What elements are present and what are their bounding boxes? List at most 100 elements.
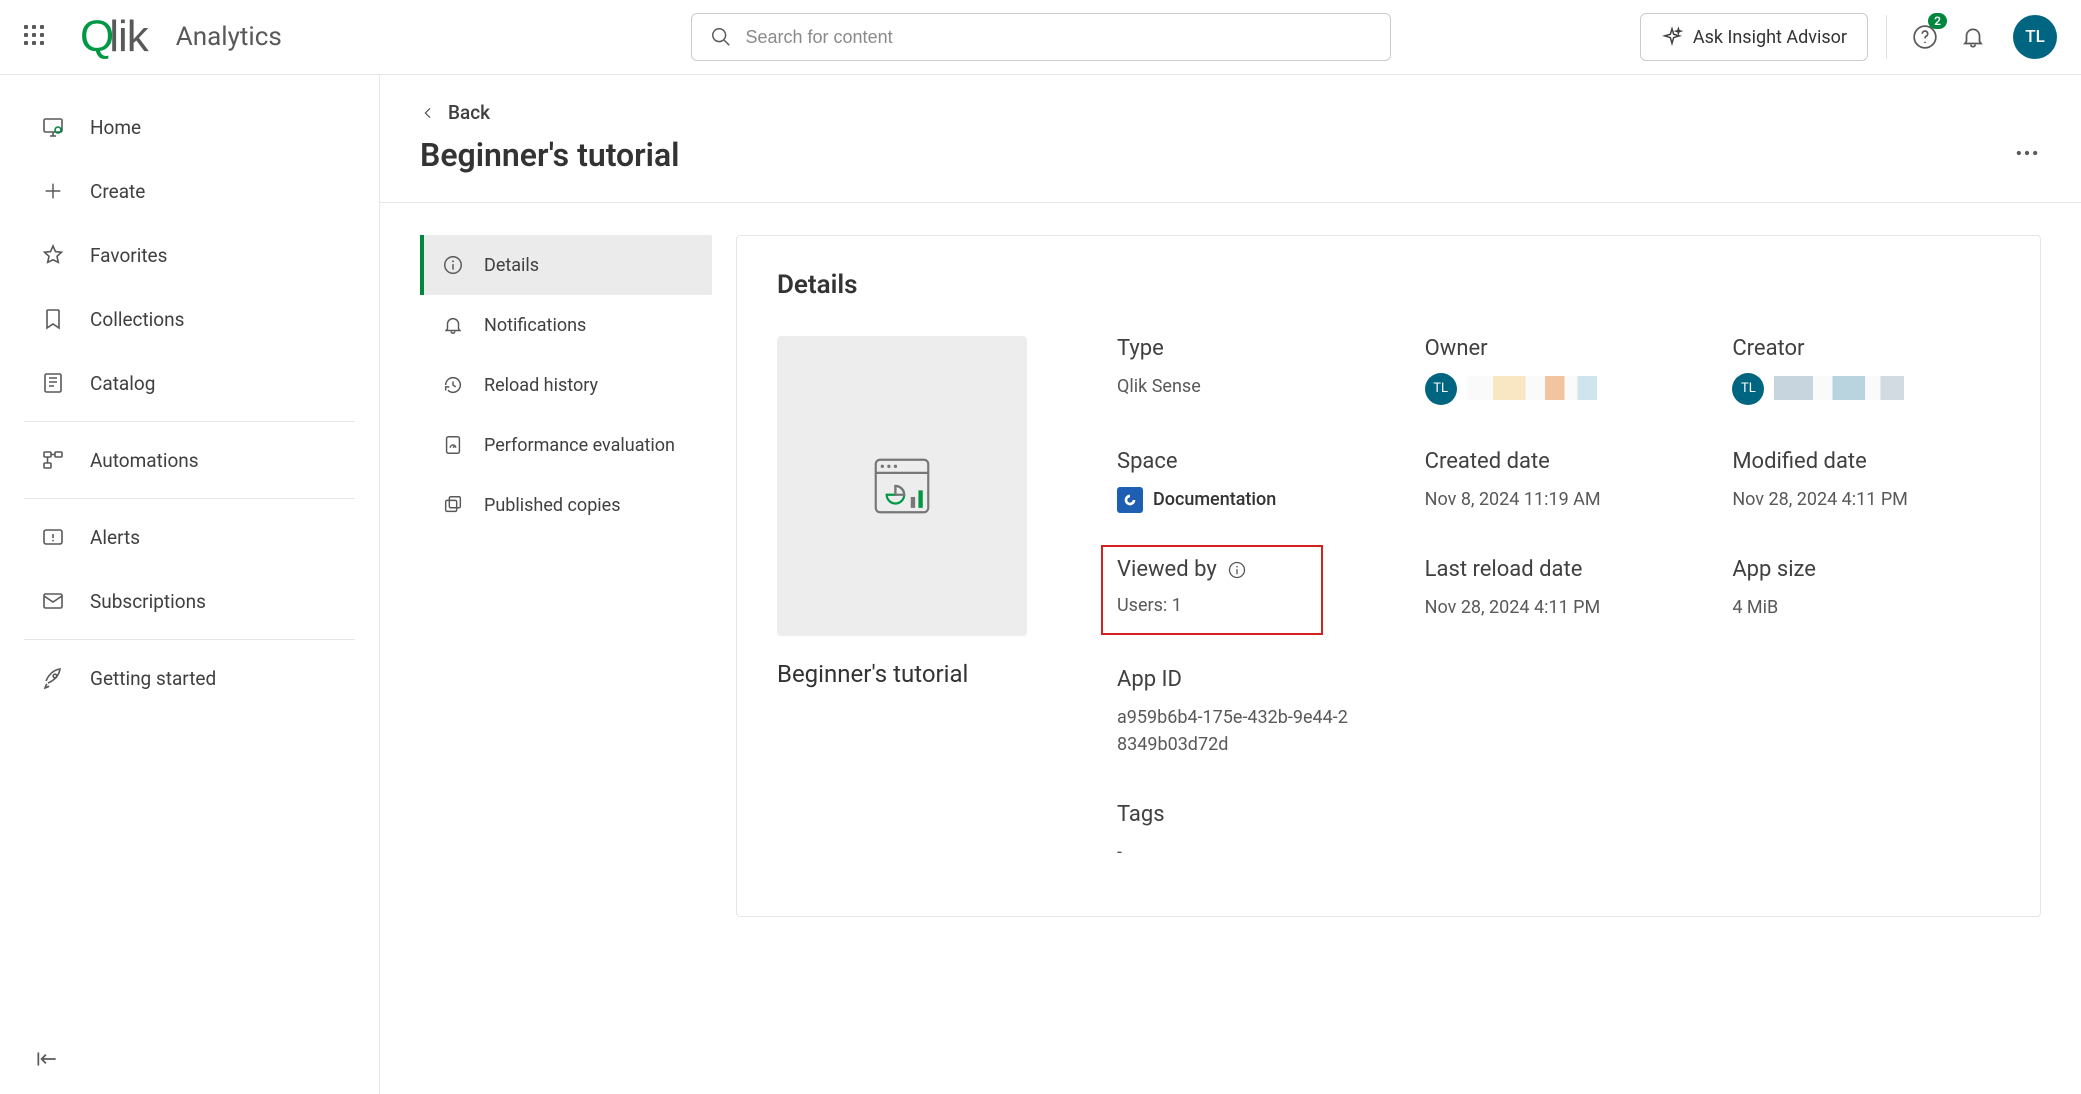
body: Home Create Favorites Collections Catalo… xyxy=(0,75,2081,1094)
catalog-icon xyxy=(40,371,66,395)
tab-performance-evaluation[interactable]: Performance evaluation xyxy=(420,415,712,475)
ask-insight-advisor-label: Ask Insight Advisor xyxy=(1693,27,1847,48)
field-label: Viewed by xyxy=(1117,557,1307,582)
field-app-id: App ID a959b6b4-175e-432b-9e44-28349b03d… xyxy=(1117,667,1385,758)
tab-label: Performance evaluation xyxy=(484,435,675,456)
owner-avatar: TL xyxy=(1425,373,1457,405)
creator-avatar: TL xyxy=(1732,373,1764,405)
field-label: Space xyxy=(1117,449,1385,474)
field-space: Space Documentation xyxy=(1117,449,1385,513)
panel-heading: Details xyxy=(777,270,2000,300)
tab-label: Notifications xyxy=(484,315,586,336)
collapse-icon xyxy=(34,1046,60,1072)
info-icon[interactable] xyxy=(1227,560,1247,580)
search-icon xyxy=(710,26,732,48)
chevron-left-icon xyxy=(420,105,436,121)
tab-label: Published copies xyxy=(484,495,621,516)
sidebar-item-label: Subscriptions xyxy=(90,590,206,613)
user-avatar[interactable]: TL xyxy=(2013,15,2057,59)
field-type: Type Qlik Sense xyxy=(1117,336,1385,400)
sidebar-item-automations[interactable]: Automations xyxy=(0,428,379,492)
field-label: Type xyxy=(1117,336,1385,361)
field-value: a959b6b4-175e-432b-9e44-28349b03d72d xyxy=(1117,704,1357,758)
back-label: Back xyxy=(448,101,490,124)
divider xyxy=(1886,15,1887,59)
owner-name-redacted xyxy=(1467,376,1597,400)
field-value: Users: 1 xyxy=(1117,592,1307,619)
field-label: Last reload date xyxy=(1425,557,1693,582)
sidebar-item-alerts[interactable]: Alerts xyxy=(0,505,379,569)
tab-notifications[interactable]: Notifications xyxy=(420,295,712,355)
field-value: - xyxy=(1117,839,1385,866)
field-last-reload-date: Last reload date Nov 28, 2024 4:11 PM xyxy=(1425,557,1693,621)
sidebar-item-catalog[interactable]: Catalog xyxy=(0,351,379,415)
alert-icon xyxy=(40,525,66,549)
app-thumbnail-icon xyxy=(867,451,937,521)
field-label: App size xyxy=(1732,557,2000,582)
bell-icon xyxy=(442,314,464,336)
star-icon xyxy=(40,243,66,267)
sidebar-item-collections[interactable]: Collections xyxy=(0,287,379,351)
field-label: App ID xyxy=(1117,667,1385,692)
sidebar-item-label: Collections xyxy=(90,308,184,331)
ask-insight-advisor-button[interactable]: Ask Insight Advisor xyxy=(1640,13,1868,61)
notifications-button[interactable] xyxy=(1953,17,1993,57)
sidebar-item-favorites[interactable]: Favorites xyxy=(0,223,379,287)
field-label: Creator xyxy=(1732,336,2000,361)
field-value: 4 MiB xyxy=(1732,594,2000,621)
field-viewed-by: Viewed by Users: 1 xyxy=(1117,557,1385,623)
info-icon xyxy=(442,254,464,276)
thumb-title: Beginner's tutorial xyxy=(777,660,1077,688)
field-label: Owner xyxy=(1425,336,1693,361)
sidebar-item-label: Create xyxy=(90,180,145,203)
field-app-size: App size 4 MiB xyxy=(1732,557,2000,621)
history-icon xyxy=(442,374,464,396)
sidebar-item-label: Alerts xyxy=(90,526,140,549)
field-value[interactable]: Documentation xyxy=(1117,486,1276,513)
space-icon xyxy=(1117,487,1143,513)
sidebar-item-subscriptions[interactable]: Subscriptions xyxy=(0,569,379,633)
field-owner: Owner TL xyxy=(1425,336,1693,405)
bell-icon xyxy=(1960,24,1986,50)
tab-details[interactable]: Details xyxy=(420,235,712,295)
tab-label: Reload history xyxy=(484,375,598,396)
search-input[interactable] xyxy=(746,27,1372,48)
gauge-icon xyxy=(442,434,464,456)
field-label: Tags xyxy=(1117,802,1385,827)
mail-icon xyxy=(40,589,66,613)
creator-name-redacted xyxy=(1774,376,1904,400)
sidebar-item-label: Catalog xyxy=(90,372,155,395)
qlik-logo: Qlik xyxy=(80,12,148,62)
field-tags: Tags - xyxy=(1117,802,1385,866)
field-modified-date: Modified date Nov 28, 2024 4:11 PM xyxy=(1732,449,2000,513)
sidebar-item-home[interactable]: Home xyxy=(0,95,379,159)
tab-reload-history[interactable]: Reload history xyxy=(420,355,712,415)
page-title: Beginner's tutorial xyxy=(420,136,2013,174)
sidebar-item-label: Home xyxy=(90,116,141,139)
automation-icon xyxy=(40,448,66,472)
plus-icon xyxy=(40,180,66,202)
bookmark-icon xyxy=(40,307,66,331)
more-actions-button[interactable] xyxy=(2013,139,2041,171)
details-panel: Details xyxy=(736,235,2041,917)
sidebar-collapse-button[interactable] xyxy=(34,1046,60,1076)
help-button[interactable]: 2 xyxy=(1905,17,1945,57)
field-value: Nov 28, 2024 4:11 PM xyxy=(1732,486,2000,513)
field-label: Created date xyxy=(1425,449,1693,474)
sidebar-item-getting-started[interactable]: Getting started xyxy=(0,646,379,710)
more-icon xyxy=(2013,139,2041,167)
sidebar-item-create[interactable]: Create xyxy=(0,159,379,223)
rocket-icon xyxy=(40,666,66,690)
search-input-wrap[interactable] xyxy=(691,13,1391,61)
topbar: Qlik Analytics Ask Insight Advisor 2 TL xyxy=(0,0,2081,75)
space-name: Documentation xyxy=(1153,486,1276,513)
copies-icon xyxy=(442,494,464,516)
field-value: Qlik Sense xyxy=(1117,373,1385,400)
back-button[interactable]: Back xyxy=(420,101,2041,124)
tab-published-copies[interactable]: Published copies xyxy=(420,475,712,535)
field-value: Nov 8, 2024 11:19 AM xyxy=(1425,486,1693,513)
main: Back Beginner's tutorial Details Notific… xyxy=(380,75,2081,1094)
field-created-date: Created date Nov 8, 2024 11:19 AM xyxy=(1425,449,1693,513)
thumb-column: Beginner's tutorial xyxy=(777,336,1077,688)
app-launcher-icon[interactable] xyxy=(24,25,48,49)
